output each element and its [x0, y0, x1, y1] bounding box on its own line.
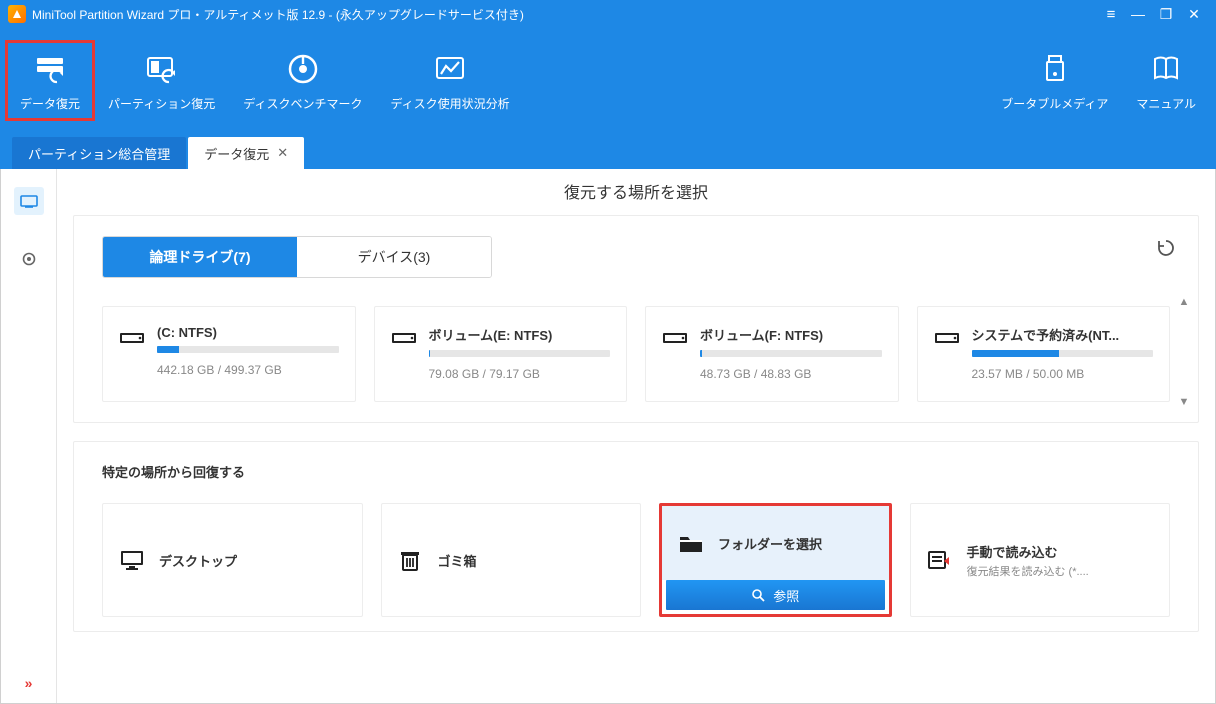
hdd-icon: [662, 327, 688, 347]
drive-tile-system-reserved[interactable]: システムで予約済み(NT... 23.57 MB / 50.00 MB: [917, 306, 1171, 402]
maximize-button[interactable]: ❐: [1152, 6, 1180, 23]
location-trash[interactable]: ゴミ箱: [381, 503, 642, 617]
toolbar-label: マニュアル: [1136, 95, 1196, 112]
drive-name: (C: NTFS): [157, 325, 307, 340]
drive-name: ボリューム(E: NTFS): [429, 325, 579, 344]
location-label: フォルダーを選択: [718, 534, 822, 553]
hdd-icon: [391, 327, 417, 347]
tab-close-icon[interactable]: ✕: [277, 145, 288, 161]
trash-icon: [398, 549, 424, 571]
toolbar-analyzer[interactable]: ディスク使用状況分析: [376, 41, 523, 120]
page-title: 復元する場所を選択: [73, 169, 1199, 215]
partition-recovery-icon: [144, 51, 180, 87]
close-button[interactable]: ✕: [1180, 6, 1208, 23]
main-toolbar: データ復元 パーティション復元 ディスクベンチマーク ディスク使用状況分析 ブー…: [0, 28, 1216, 133]
search-icon: [751, 588, 765, 602]
drive-type-tabs: 論理ドライブ(7) デバイス(3): [102, 236, 492, 278]
usage-bar: [972, 350, 1154, 357]
drive-size: 442.18 GB / 499.37 GB: [157, 363, 339, 377]
logical-drives-tab[interactable]: 論理ドライブ(7): [103, 237, 297, 277]
desktop-icon: [119, 549, 145, 571]
hdd-icon: [119, 327, 145, 347]
location-label: デスクトップ: [159, 551, 237, 570]
usb-icon: [1037, 51, 1073, 87]
menu-icon[interactable]: ≡: [1098, 6, 1124, 23]
location-select-folder[interactable]: フォルダーを選択: [662, 506, 889, 580]
folder-icon: [678, 532, 704, 554]
usage-bar: [157, 346, 339, 353]
title-bar: MiniTool Partition Wizard プロ・アルティメット版 12…: [0, 0, 1216, 28]
location-manual-load[interactable]: 手動で読み込む 復元結果を読み込む (*....: [910, 503, 1171, 617]
section-heading: 特定の場所から回復する: [102, 462, 1170, 481]
toolbar-label: パーティション復元: [108, 95, 215, 112]
drive-size: 23.57 MB / 50.00 MB: [972, 367, 1154, 381]
location-label: ゴミ箱: [438, 551, 477, 570]
tab-label: データ復元: [204, 144, 269, 163]
location-desktop[interactable]: デスクトップ: [102, 503, 363, 617]
app-logo-icon: [8, 5, 26, 23]
toolbar-benchmark[interactable]: ディスクベンチマーク: [229, 41, 376, 120]
specific-location-card: 特定の場所から回復する デスクトップ ゴミ箱 フォルダーを選択: [73, 441, 1199, 632]
toolbar-partition-recovery[interactable]: パーティション復元: [94, 41, 229, 120]
drive-size: 48.73 GB / 48.83 GB: [700, 367, 882, 381]
drive-tile-f[interactable]: ボリューム(F: NTFS) 48.73 GB / 48.83 GB: [645, 306, 899, 402]
drive-name: システムで予約済み(NT...: [972, 325, 1122, 344]
sidebar-recovery-item[interactable]: [14, 187, 44, 215]
browse-label: 参照: [773, 586, 799, 605]
toolbar-label: データ復元: [20, 95, 80, 112]
drive-size: 79.08 GB / 79.17 GB: [429, 367, 611, 381]
benchmark-icon: [285, 51, 321, 87]
minimize-button[interactable]: —: [1124, 6, 1152, 22]
sidebar-expand-toggle[interactable]: »: [25, 675, 33, 691]
devices-tab[interactable]: デバイス(3): [297, 237, 491, 277]
toolbar-label: ディスク使用状況分析: [390, 95, 509, 112]
drive-name: ボリューム(F: NTFS): [700, 325, 850, 344]
location-folder-wrap: フォルダーを選択 参照: [659, 503, 892, 617]
left-sidebar: »: [1, 169, 57, 703]
browse-button[interactable]: 参照: [666, 580, 885, 610]
tab-partition-management[interactable]: パーティション総合管理: [12, 137, 186, 169]
tab-label: パーティション総合管理: [28, 144, 170, 163]
location-label: 手動で読み込む: [967, 542, 1089, 561]
drives-card: 論理ドライブ(7) デバイス(3) (C: NTFS) 442.18 GB / …: [73, 215, 1199, 423]
toolbar-label: ブータブルメディア: [1001, 95, 1108, 112]
scroll-up-icon[interactable]: ▲: [1179, 296, 1190, 308]
analyzer-icon: [432, 51, 468, 87]
scroll-down-icon[interactable]: ▼: [1179, 396, 1190, 408]
hdd-icon: [934, 327, 960, 347]
tab-data-recovery[interactable]: データ復元 ✕: [188, 137, 304, 169]
sidebar-settings-item[interactable]: [14, 245, 44, 273]
book-icon: [1148, 51, 1184, 87]
toolbar-manual[interactable]: マニュアル: [1122, 41, 1210, 120]
usage-bar: [700, 350, 882, 357]
drive-tile-e[interactable]: ボリューム(E: NTFS) 79.08 GB / 79.17 GB: [374, 306, 628, 402]
toolbar-label: ディスクベンチマーク: [243, 95, 362, 112]
recovery-icon: [32, 51, 68, 87]
load-icon: [927, 549, 953, 571]
app-title: MiniTool Partition Wizard プロ・アルティメット版 12…: [32, 6, 524, 23]
location-sublabel: 復元結果を読み込む (*....: [967, 563, 1089, 579]
usage-bar: [429, 350, 611, 357]
refresh-icon[interactable]: [1156, 238, 1176, 258]
toolbar-data-recovery[interactable]: データ復元: [6, 41, 94, 120]
drive-tile-c[interactable]: (C: NTFS) 442.18 GB / 499.37 GB: [102, 306, 356, 402]
main-panel: 復元する場所を選択 論理ドライブ(7) デバイス(3) (C: NTFS) 44…: [57, 169, 1215, 703]
toolbar-bootable-media[interactable]: ブータブルメディア: [987, 41, 1122, 120]
tab-row: パーティション総合管理 データ復元 ✕: [0, 133, 1216, 169]
scrollbar-hint[interactable]: ▲ ▼: [1178, 296, 1190, 408]
